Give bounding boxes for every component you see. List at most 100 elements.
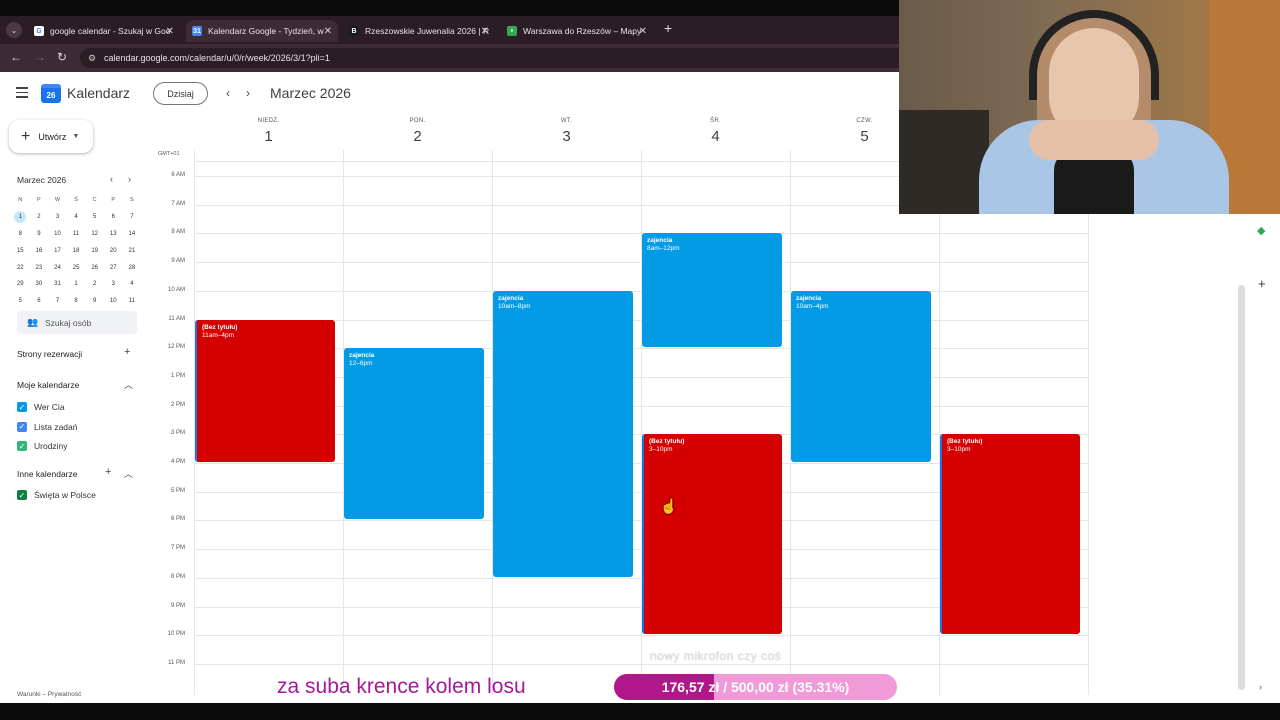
checkbox-checked-icon[interactable]: ✓: [17, 421, 27, 432]
reload-icon[interactable]: ↻: [57, 50, 67, 64]
mini-day[interactable]: 25: [67, 259, 86, 276]
mini-day[interactable]: 8: [11, 226, 30, 243]
mini-day[interactable]: 13: [104, 226, 123, 243]
calendar-list-item[interactable]: ✓ Wer Cia: [17, 401, 65, 413]
search-people-input[interactable]: 👥 Szukaj osób: [17, 311, 137, 334]
add-addon-icon[interactable]: +: [1258, 276, 1266, 291]
new-tab-icon[interactable]: +: [664, 20, 672, 36]
main-menu-icon[interactable]: [16, 87, 28, 101]
mini-day[interactable]: 2: [85, 276, 104, 293]
mini-day[interactable]: 31: [48, 276, 67, 293]
calendar-list-item[interactable]: ✓ Urodziny: [17, 440, 68, 452]
collapse-my-calendars-icon[interactable]: ︿: [124, 378, 133, 391]
mini-day[interactable]: 27: [104, 259, 123, 276]
mini-day[interactable]: 1: [11, 209, 30, 226]
tab-close-icon[interactable]: ✕: [166, 26, 174, 37]
day-column-header[interactable]: NIEDZ. 1: [194, 118, 343, 145]
forward-icon[interactable]: →: [34, 50, 46, 64]
calendar-event[interactable]: (Bez tytułu) 11am–4pm: [195, 319, 335, 462]
day-column-header[interactable]: WT. 3: [492, 118, 641, 145]
mini-day[interactable]: 30: [30, 276, 49, 293]
mini-day-number: 3: [55, 214, 60, 221]
day-column-header[interactable]: ŚR. 4: [641, 118, 790, 145]
calendar-event[interactable]: zajencia 10am–4pm: [791, 290, 931, 462]
mini-day[interactable]: 6: [30, 293, 49, 310]
mini-day[interactable]: 8: [67, 293, 86, 310]
mini-day[interactable]: 4: [67, 209, 86, 226]
mini-day[interactable]: 3: [104, 276, 123, 293]
mini-day[interactable]: 7: [123, 209, 142, 226]
mini-day-number: 2: [37, 214, 41, 221]
site-info-icon[interactable]: ⚙: [88, 53, 98, 63]
calendar-event[interactable]: (Bez tytułu) 3–10pm: [642, 434, 782, 635]
mini-day[interactable]: 5: [85, 209, 104, 226]
mini-day[interactable]: 14: [123, 226, 142, 243]
side-panel-toggle-icon[interactable]: ›: [1259, 682, 1262, 692]
mini-day[interactable]: 3: [48, 209, 67, 226]
browser-tab[interactable]: Ggoogle calendar - Szukaj w Goo ✕: [28, 20, 180, 42]
mini-day[interactable]: 1: [67, 276, 86, 293]
mini-day[interactable]: 2: [30, 209, 49, 226]
mini-day[interactable]: 6: [104, 209, 123, 226]
mini-day[interactable]: 7: [48, 293, 67, 310]
mini-day-number: 20: [109, 247, 117, 254]
mini-day[interactable]: 5: [11, 293, 30, 310]
hour-label: 11 PM: [168, 659, 185, 666]
mini-day[interactable]: 9: [30, 226, 49, 243]
event-time: 3–10pm: [649, 446, 673, 454]
maps-addon-icon[interactable]: ◆: [1257, 224, 1265, 237]
mini-day[interactable]: 9: [85, 293, 104, 310]
mini-day[interactable]: 18: [67, 242, 86, 259]
mini-day[interactable]: 17: [48, 242, 67, 259]
add-other-calendar-icon[interactable]: +: [105, 466, 111, 478]
mini-day[interactable]: 29: [11, 276, 30, 293]
grid-scrollbar[interactable]: [1238, 285, 1245, 690]
checkbox-checked-icon[interactable]: ✓: [17, 490, 27, 500]
mini-day[interactable]: 20: [104, 242, 123, 259]
back-icon[interactable]: ←: [10, 50, 22, 64]
footer-links[interactable]: Warunki – Prywatność: [17, 691, 81, 698]
calendar-list-item[interactable]: ✓ Święta w Polsce: [17, 489, 96, 501]
checkbox-checked-icon[interactable]: ✓: [17, 441, 27, 451]
browser-tab[interactable]: B Rzeszowskie Juwenalia 2026 | R ✕: [343, 20, 495, 42]
add-booking-page-icon[interactable]: +: [124, 346, 130, 358]
browser-tab[interactable]: • Warszawa do Rzeszów – Mapy ✕: [501, 20, 653, 42]
mini-day[interactable]: 10: [104, 293, 123, 310]
mini-day[interactable]: 21: [123, 242, 142, 259]
my-calendars-title[interactable]: Moje kalendarze: [17, 380, 79, 390]
create-button[interactable]: + Utwórz ▼: [9, 120, 93, 153]
mini-day[interactable]: 10: [48, 226, 67, 243]
calendar-event[interactable]: (Bez tytułu) 3–10pm: [940, 434, 1080, 635]
mini-day[interactable]: 22: [11, 259, 30, 276]
mini-prev-icon[interactable]: ‹: [110, 174, 113, 184]
mini-day[interactable]: 19: [85, 242, 104, 259]
today-button[interactable]: Dzisiaj: [153, 82, 208, 105]
mini-day[interactable]: 28: [123, 259, 142, 276]
calendar-list-item[interactable]: ✓ Lista zadań: [17, 421, 77, 433]
mini-next-icon[interactable]: ›: [128, 174, 131, 184]
mini-day[interactable]: 15: [11, 242, 30, 259]
mini-day[interactable]: 12: [85, 226, 104, 243]
calendar-event[interactable]: zajencia 10am–8pm: [493, 290, 633, 577]
calendar-event[interactable]: zajencia 8am–12pm: [642, 233, 782, 348]
mini-day[interactable]: 11: [123, 293, 142, 310]
mini-day[interactable]: 26: [85, 259, 104, 276]
checkbox-checked-icon[interactable]: ✓: [17, 402, 27, 412]
prev-week-icon[interactable]: ‹: [226, 86, 230, 100]
tab-close-icon[interactable]: ✕: [324, 26, 332, 37]
mini-day[interactable]: 16: [30, 242, 49, 259]
browser-tab[interactable]: 31 Kalendarz Google - Tydzień, w ✕: [186, 20, 338, 42]
mini-day[interactable]: 24: [48, 259, 67, 276]
mini-day[interactable]: 11: [67, 226, 86, 243]
tab-close-icon[interactable]: ✕: [481, 26, 489, 37]
collapse-other-calendars-icon[interactable]: ︿: [124, 467, 133, 480]
other-calendars-title[interactable]: Inne kalendarze: [17, 469, 78, 479]
next-week-icon[interactable]: ›: [246, 86, 250, 100]
url-field[interactable]: ⚙ calendar.google.com/calendar/u/0/r/wee…: [80, 48, 910, 68]
day-column-header[interactable]: PON. 2: [343, 118, 492, 145]
tab-list-dropdown-icon[interactable]: ⌄: [6, 22, 22, 38]
tab-close-icon[interactable]: ✕: [639, 26, 647, 37]
mini-day[interactable]: 4: [123, 276, 142, 293]
mini-day[interactable]: 23: [30, 259, 49, 276]
calendar-event[interactable]: zajencia 12–6pm: [344, 348, 484, 520]
